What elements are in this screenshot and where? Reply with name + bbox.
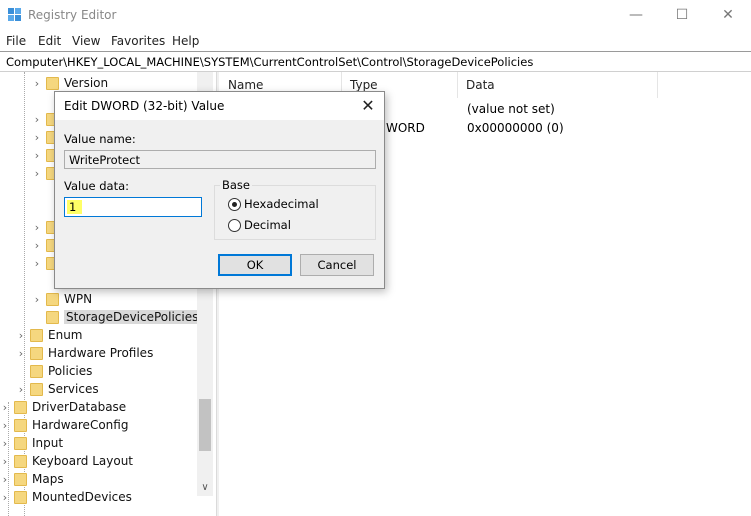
chevron-right-icon[interactable]: › [30, 113, 44, 126]
column-header-data[interactable]: Data [458, 72, 658, 98]
menu-view[interactable]: View [72, 34, 100, 48]
chevron-right-icon[interactable]: › [30, 77, 44, 90]
chevron-right-icon[interactable]: › [30, 239, 44, 252]
tree-item-version[interactable]: › Version [30, 74, 108, 92]
hexadecimal-radio[interactable]: Hexadecimal [228, 197, 319, 211]
menu-bar: File Edit View Favorites Help [0, 31, 751, 51]
value-data-text: 1 [67, 200, 83, 214]
edit-dword-dialog: Edit DWORD (32-bit) Value ✕ Value name: … [54, 91, 385, 289]
tree-item-hardware-profiles[interactable]: › Hardware Profiles [14, 344, 154, 362]
folder-icon [46, 292, 59, 306]
folder-icon [14, 418, 27, 432]
close-button[interactable]: ✕ [705, 0, 751, 31]
chevron-right-icon[interactable]: › [0, 455, 12, 468]
radio-selected-icon[interactable] [228, 197, 241, 211]
title-bar: Registry Editor — ☐ ✕ [0, 0, 751, 31]
tree-item-driver-database[interactable]: › DriverDatabase [0, 398, 126, 416]
chevron-right-icon[interactable]: › [30, 293, 44, 306]
chevron-right-icon[interactable]: › [30, 221, 44, 234]
folder-icon [30, 364, 43, 378]
chevron-right-icon[interactable]: › [30, 167, 44, 180]
radio-unselected-icon[interactable] [228, 218, 241, 232]
ok-button[interactable]: OK [218, 254, 292, 276]
chevron-right-icon[interactable]: › [0, 419, 12, 432]
tree-scrollbar-thumb[interactable] [199, 399, 211, 451]
list-item-data: 0x00000000 (0) [467, 121, 564, 135]
tree-item-policies[interactable]: Policies [14, 362, 92, 380]
folder-icon [14, 472, 27, 486]
value-data-label: Value data: [64, 179, 130, 193]
tree-item-maps[interactable]: › Maps [0, 470, 64, 488]
folder-icon [14, 490, 27, 504]
menu-edit[interactable]: Edit [38, 34, 61, 48]
chevron-right-icon[interactable]: › [30, 149, 44, 162]
list-item-type: WORD [386, 121, 425, 135]
chevron-right-icon[interactable]: › [14, 329, 28, 342]
chevron-right-icon[interactable]: › [0, 473, 12, 486]
minimize-button[interactable]: — [613, 0, 659, 31]
folder-icon [30, 382, 43, 396]
menu-file[interactable]: File [6, 34, 26, 48]
tree-item-keyboard-layout[interactable]: › Keyboard Layout [0, 452, 133, 470]
tree-item-wpn[interactable]: › WPN [30, 290, 92, 308]
chevron-right-icon[interactable]: › [14, 347, 28, 360]
menu-favorites[interactable]: Favorites [111, 34, 165, 48]
address-bar[interactable]: Computer\HKEY_LOCAL_MACHINE\SYSTEM\Curre… [0, 51, 751, 72]
chevron-right-icon[interactable]: › [30, 131, 44, 144]
tree-item-services[interactable]: › Services [14, 380, 99, 398]
value-name-label: Value name: [64, 132, 136, 146]
cancel-button[interactable]: Cancel [300, 254, 374, 276]
chevron-right-icon[interactable]: › [0, 437, 12, 450]
tree-item-storage-device-policies[interactable]: StorageDevicePolicies [30, 308, 201, 326]
tree-item-enum[interactable]: › Enum [14, 326, 83, 344]
window-title: Registry Editor [28, 8, 117, 22]
tree-item-mounted-devices[interactable]: › MountedDevices [0, 488, 132, 506]
chevron-right-icon[interactable]: › [14, 383, 28, 396]
dialog-title-bar: Edit DWORD (32-bit) Value ✕ [55, 92, 384, 120]
tree-item-input[interactable]: › Input [0, 434, 63, 452]
folder-icon [14, 400, 27, 414]
menu-help[interactable]: Help [172, 34, 199, 48]
chevron-right-icon[interactable]: › [30, 257, 44, 270]
folder-icon [14, 436, 27, 450]
value-data-input[interactable]: 1 [64, 197, 202, 217]
chevron-right-icon[interactable]: › [0, 491, 12, 504]
registry-editor-icon [8, 8, 21, 21]
dialog-title: Edit DWORD (32-bit) Value [64, 99, 225, 113]
chevron-down-icon[interactable]: ∨ [197, 480, 213, 496]
chevron-right-icon[interactable]: › [0, 401, 12, 414]
folder-icon [30, 328, 43, 342]
close-icon[interactable]: ✕ [356, 95, 380, 117]
decimal-radio[interactable]: Decimal [228, 218, 291, 232]
base-group-title: Base [220, 178, 253, 192]
folder-icon [30, 346, 43, 360]
maximize-button[interactable]: ☐ [659, 0, 705, 31]
value-name-field: WriteProtect [64, 150, 376, 169]
folder-icon [46, 310, 59, 324]
folder-icon [46, 76, 59, 90]
folder-icon [14, 454, 27, 468]
list-item-data: (value not set) [467, 102, 555, 116]
tree-item-hardware-config[interactable]: › HardwareConfig [0, 416, 129, 434]
